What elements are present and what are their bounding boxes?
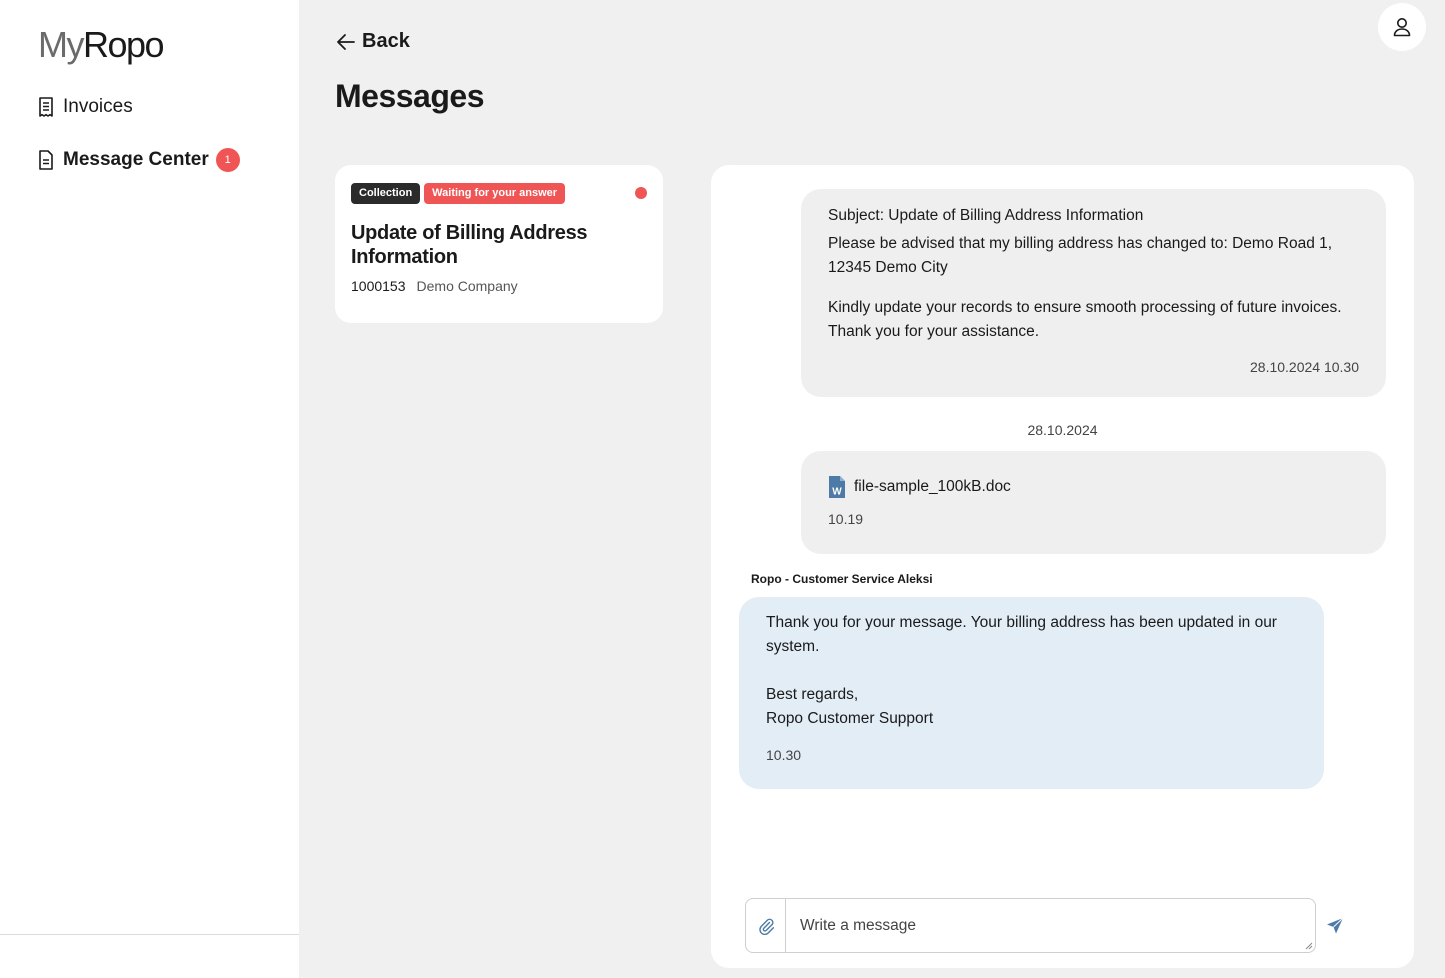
thread-number: 1000153 [351, 278, 406, 294]
attachment-filename: file-sample_100kB.doc [854, 478, 1011, 495]
message-body: Thank you for your message. Your billing… [766, 614, 1277, 727]
receipt-icon [38, 97, 54, 117]
sidebar: MyRopo Invoices Message Center 1 [0, 0, 299, 978]
sidebar-divider [0, 934, 299, 935]
sidebar-item-invoices[interactable]: Invoices [38, 96, 133, 118]
message-timestamp: 10.19 [828, 511, 864, 527]
attach-file-button[interactable] [746, 899, 786, 952]
thread-card[interactable]: Collection Waiting for your answer Updat… [335, 165, 663, 323]
tag-collection: Collection [351, 183, 421, 204]
back-label: Back [362, 30, 410, 52]
thread-tags: Collection Waiting for your answer [351, 183, 566, 204]
message-paragraph: Please be advised that my billing addres… [828, 235, 1333, 276]
arrow-left-icon [337, 33, 355, 50]
message-timestamp: 10.30 [766, 747, 802, 763]
message-subject: Subject: Update of Billing Address Infor… [828, 207, 1144, 224]
message-bubble-sent: Subject: Update of Billing Address Infor… [801, 189, 1386, 397]
user-profile-button[interactable] [1378, 3, 1426, 51]
message-timestamp: 28.10.2024 10.30 [1250, 359, 1359, 375]
conversation-panel: Subject: Update of Billing Address Infor… [711, 165, 1414, 968]
back-button[interactable]: Back [336, 30, 410, 53]
message-paragraph: Kindly update your records to ensure smo… [828, 299, 1342, 340]
sender-name: Ropo - Customer Service Aleksi [751, 572, 933, 586]
app-logo[interactable]: MyRopo [38, 24, 165, 66]
thread-meta: 1000153 Demo Company [351, 278, 518, 294]
logo-my: My [38, 24, 85, 65]
unread-indicator [635, 187, 647, 199]
word-document-icon: W [829, 476, 845, 498]
attachment-link[interactable]: W file-sample_100kB.doc [828, 475, 1359, 499]
page-title: Messages [335, 78, 484, 114]
message-input[interactable] [786, 899, 1315, 952]
date-separator: 28.10.2024 [1027, 422, 1098, 438]
resize-handle-icon[interactable] [1305, 942, 1313, 950]
message-bubble-received: Thank you for your message. Your billing… [739, 597, 1324, 789]
user-icon [1393, 18, 1411, 37]
send-icon [1327, 917, 1344, 934]
sidebar-item-label: Invoices [63, 96, 133, 117]
document-icon [38, 150, 54, 170]
paperclip-icon [758, 918, 774, 935]
sidebar-item-label: Message Center [63, 149, 209, 170]
svg-text:W: W [832, 487, 842, 498]
thread-company: Demo Company [416, 278, 518, 294]
tag-status: Waiting for your answer [424, 183, 566, 204]
message-bubble-attachment: W file-sample_100kB.doc 10.19 [801, 451, 1386, 554]
sidebar-item-message-center[interactable]: Message Center 1 [38, 148, 240, 172]
send-button[interactable] [1323, 914, 1347, 938]
unread-count-badge: 1 [215, 148, 240, 172]
message-composer [745, 898, 1316, 953]
thread-title: Update of Billing Address Information [351, 222, 588, 268]
logo-ropo: Ropo [83, 24, 165, 65]
